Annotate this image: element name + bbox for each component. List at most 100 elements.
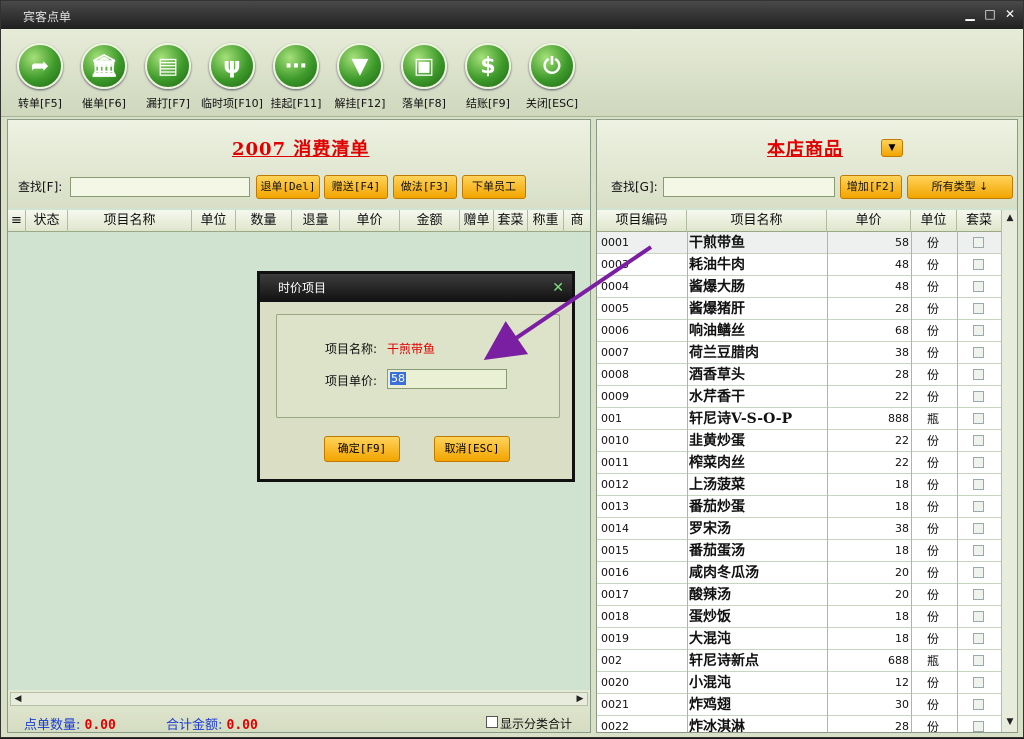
col-item-name[interactable]: 项目名称: [68, 210, 192, 232]
set-meal-checkbox[interactable]: [973, 325, 984, 336]
product-row[interactable]: 0003 耗油牛肉 48 份: [597, 254, 1001, 276]
col-gift[interactable]: 赠单: [460, 210, 494, 232]
col-return-qty[interactable]: 退量: [292, 210, 340, 232]
set-meal-checkbox[interactable]: [973, 237, 984, 248]
set-meal-checkbox[interactable]: [973, 655, 984, 666]
product-name: 酸辣汤: [689, 587, 731, 603]
set-meal-checkbox[interactable]: [973, 721, 984, 732]
temp-item-button[interactable]: ψ 临时项[F10]: [200, 37, 264, 111]
maximize-icon[interactable]: □: [983, 7, 997, 21]
right-search-input[interactable]: [663, 177, 835, 197]
item-price-input[interactable]: 58: [387, 369, 507, 389]
gift-button[interactable]: 赠送[F4]: [324, 175, 388, 199]
col-code[interactable]: 项目编码: [597, 210, 687, 232]
urge-label: 催单[F6]: [82, 97, 126, 110]
set-meal-checkbox[interactable]: [973, 347, 984, 358]
set-meal-checkbox[interactable]: [973, 633, 984, 644]
set-meal-checkbox[interactable]: [973, 611, 984, 622]
set-meal-checkbox[interactable]: [973, 369, 984, 380]
set-meal-checkbox[interactable]: [973, 479, 984, 490]
product-row[interactable]: 0015 番茄蛋汤 18 份: [597, 540, 1001, 562]
set-meal-checkbox[interactable]: [973, 589, 984, 600]
dialog-close-icon[interactable]: ✕: [552, 280, 564, 296]
set-meal-checkbox[interactable]: [973, 501, 984, 512]
method-button[interactable]: 做法[F3]: [393, 175, 457, 199]
transfer-button[interactable]: ➦ 转单[F5]: [8, 37, 72, 111]
set-meal-checkbox[interactable]: [973, 677, 984, 688]
set-meal-checkbox[interactable]: [973, 523, 984, 534]
show-category-checkbox[interactable]: [486, 716, 498, 728]
set-meal-checkbox[interactable]: [973, 259, 984, 270]
col-status[interactable]: 状态: [26, 210, 68, 232]
minimize-icon[interactable]: ▁: [963, 7, 977, 21]
col-price[interactable]: 单价: [340, 210, 400, 232]
product-row[interactable]: 0019 大混沌 18 份: [597, 628, 1001, 650]
col-amount[interactable]: 金额: [400, 210, 460, 232]
product-row[interactable]: 0021 炸鸡翅 30 份: [597, 694, 1001, 716]
col-more[interactable]: 商: [564, 210, 590, 232]
checkout-button[interactable]: $ 结账[F9]: [456, 37, 520, 111]
product-row[interactable]: 0008 酒香草头 28 份: [597, 364, 1001, 386]
hang-button[interactable]: ⋯ 挂起[F11]: [264, 37, 328, 111]
product-row[interactable]: 0006 响油鳝丝 68 份: [597, 320, 1001, 342]
product-row[interactable]: 0001 干煎带鱼 58 份: [597, 232, 1001, 254]
set-meal-checkbox[interactable]: [973, 457, 984, 468]
product-row[interactable]: 0013 番茄炒蛋 18 份: [597, 496, 1001, 518]
col-set-meal[interactable]: 套菜: [494, 210, 528, 232]
col-product-unit[interactable]: 单位: [911, 210, 957, 232]
product-row[interactable]: 0004 酱爆大肠 48 份: [597, 276, 1001, 298]
set-meal-checkbox[interactable]: [973, 545, 984, 556]
product-row[interactable]: 0011 榨菜肉丝 22 份: [597, 452, 1001, 474]
col-weigh[interactable]: 称重: [528, 210, 564, 232]
place-order-button[interactable]: ▣ 落单[F8]: [392, 37, 456, 111]
horizontal-scrollbar[interactable]: ◀ ▶: [10, 692, 588, 706]
vertical-scrollbar[interactable]: ▲ ▼: [1001, 210, 1017, 732]
col-quantity[interactable]: 数量: [236, 210, 292, 232]
product-row[interactable]: 0016 咸肉冬瓜汤 20 份: [597, 562, 1001, 584]
reprint-button[interactable]: ▤ 漏打[F7]: [136, 37, 200, 111]
product-row[interactable]: 0018 蛋炒饭 18 份: [597, 606, 1001, 628]
scroll-down-icon[interactable]: ▼: [1003, 716, 1017, 728]
set-meal-checkbox[interactable]: [973, 281, 984, 292]
return-button[interactable]: 退单[Del]: [256, 175, 320, 199]
product-row[interactable]: 0022 炸冰淇淋 28 份: [597, 716, 1001, 732]
cancel-button[interactable]: 取消[ESC]: [434, 436, 510, 462]
col-unit-price[interactable]: 单价: [827, 210, 911, 232]
order-staff-button[interactable]: 下单员工: [462, 175, 526, 199]
consumption-list-title: 2007 消费清单: [232, 139, 370, 160]
set-meal-checkbox[interactable]: [973, 303, 984, 314]
product-row[interactable]: 0012 上汤菠菜 18 份: [597, 474, 1001, 496]
col-unit[interactable]: 单位: [192, 210, 236, 232]
set-meal-checkbox[interactable]: [973, 435, 984, 446]
set-meal-checkbox[interactable]: [973, 699, 984, 710]
scroll-up-icon[interactable]: ▲: [1003, 212, 1017, 224]
col-product-name[interactable]: 项目名称: [687, 210, 827, 232]
confirm-button[interactable]: 确定[F9]: [324, 436, 400, 462]
set-meal-checkbox[interactable]: [973, 567, 984, 578]
col-menu[interactable]: ≡: [8, 210, 26, 232]
scroll-left-icon[interactable]: ◀: [11, 693, 25, 705]
all-types-dropdown[interactable]: 所有类型 ↓: [907, 175, 1013, 199]
set-meal-checkbox[interactable]: [973, 391, 984, 402]
product-row[interactable]: 001 轩尼诗V-S-O-P 888 瓶: [597, 408, 1001, 430]
monitor-icon: ▣: [401, 43, 447, 89]
product-row[interactable]: 0005 酱爆猪肝 28 份: [597, 298, 1001, 320]
unhang-button[interactable]: ▼ 解挂[F12]: [328, 37, 392, 111]
add-button[interactable]: 增加[F2]: [840, 175, 902, 199]
close-button[interactable]: ⏻ 关闭[ESC]: [520, 37, 584, 111]
chevron-down-icon[interactable]: ▼: [881, 139, 903, 157]
product-row[interactable]: 0014 罗宋汤 38 份: [597, 518, 1001, 540]
product-row[interactable]: 0010 韭黄炒蛋 22 份: [597, 430, 1001, 452]
urge-button[interactable]: 🏛 催单[F6]: [72, 37, 136, 111]
set-meal-checkbox[interactable]: [973, 413, 984, 424]
scroll-right-icon[interactable]: ▶: [573, 693, 587, 705]
product-row[interactable]: 002 轩尼诗新点 688 瓶: [597, 650, 1001, 672]
product-row[interactable]: 0017 酸辣汤 20 份: [597, 584, 1001, 606]
product-code: 0012: [601, 478, 629, 491]
product-row[interactable]: 0020 小混沌 12 份: [597, 672, 1001, 694]
col-product-set[interactable]: 套菜: [957, 210, 1001, 232]
product-row[interactable]: 0007 荷兰豆腊肉 38 份: [597, 342, 1001, 364]
product-row[interactable]: 0009 水芹香干 22 份: [597, 386, 1001, 408]
left-search-input[interactable]: [70, 177, 250, 197]
close-icon[interactable]: ✕: [1003, 7, 1017, 21]
